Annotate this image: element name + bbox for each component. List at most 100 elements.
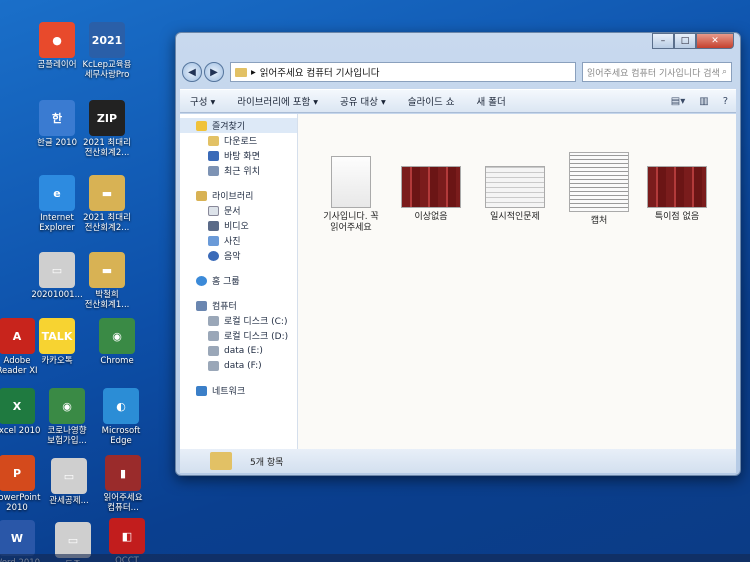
video-icon bbox=[208, 220, 219, 231]
app-icon: ▭ bbox=[51, 458, 87, 494]
nav-music[interactable]: 음악 bbox=[180, 248, 297, 263]
desktop-icon-label: 2021 최대리 전산회계2... bbox=[83, 138, 131, 158]
drive-icon bbox=[208, 345, 219, 356]
desktop-icon-label: Chrome bbox=[100, 356, 134, 366]
title-bar[interactable]: – □ ✕ bbox=[176, 33, 740, 61]
app-icon: W bbox=[0, 520, 35, 556]
help-icon[interactable]: ? bbox=[723, 96, 728, 107]
nav-homegroup[interactable]: 홈 그룹 bbox=[180, 273, 297, 288]
file-item[interactable]: 이상없음 bbox=[392, 152, 470, 223]
app-icon: ◉ bbox=[99, 318, 135, 354]
nav-drive-c[interactable]: 로컬 디스크 (C:) bbox=[180, 313, 297, 328]
app-icon: ◧ bbox=[109, 518, 145, 554]
desktop-icon-item[interactable]: ▮ 읽어주세요 컴퓨터... bbox=[88, 455, 158, 513]
music-icon bbox=[208, 250, 219, 261]
search-input[interactable]: 읽어주세요 컴퓨터 기사입니다 검색 ⌕ bbox=[582, 62, 732, 82]
minimize-button[interactable]: – bbox=[652, 33, 674, 49]
taskbar bbox=[0, 554, 750, 562]
organize-button[interactable]: 구성 ▾ bbox=[190, 94, 215, 108]
app-icon: P bbox=[0, 455, 35, 491]
app-icon: ◉ bbox=[49, 388, 85, 424]
documents-icon bbox=[208, 205, 219, 216]
desktop-icon-label: Microsoft Edge bbox=[101, 426, 141, 446]
desktop-icon-item[interactable]: ▬ 2021 최대리 전산회계2... bbox=[72, 175, 142, 233]
desktop-icon-label: 2021 최대리 전산회계2... bbox=[83, 213, 131, 233]
downloads-icon bbox=[208, 135, 219, 146]
slideshow-button[interactable]: 슬라이드 쇼 bbox=[408, 94, 455, 108]
app-icon: ▭ bbox=[55, 522, 91, 558]
app-icon: ▮ bbox=[105, 455, 141, 491]
file-label: 일시적인문제 bbox=[490, 212, 540, 222]
address-text: 읽어주세요 컴퓨터 기사입니다 bbox=[259, 68, 380, 79]
drive-icon bbox=[208, 360, 219, 371]
file-item[interactable]: 일시적인문제 bbox=[476, 152, 554, 223]
view-options-icon[interactable]: ▤▾ bbox=[671, 96, 685, 107]
maximize-button[interactable]: □ bbox=[674, 33, 696, 49]
status-bar: 5개 항목 bbox=[180, 449, 736, 473]
desktop-icon-item[interactable]: 2021 KcLep교육용 세무사랑Pro bbox=[72, 22, 142, 80]
desktop-icon-item[interactable]: ZIP 2021 최대리 전산회계2... bbox=[72, 100, 142, 158]
nav-libraries[interactable]: 라이브러리 bbox=[180, 188, 297, 203]
desktop-icon bbox=[208, 150, 219, 161]
explorer-window: – □ ✕ ◀ ▶ ▸ 읽어주세요 컴퓨터 기사입니다 읽어주세요 컴퓨터 기사… bbox=[175, 32, 741, 476]
homegroup-icon bbox=[196, 275, 207, 286]
nav-videos[interactable]: 비디오 bbox=[180, 218, 297, 233]
app-icon: e bbox=[39, 175, 75, 211]
computer-icon bbox=[196, 300, 207, 311]
file-label: 기사입니다. 꼭 읽어주세요 bbox=[323, 212, 379, 233]
desktop-icon-label: 박철희 전산회계1... bbox=[84, 290, 130, 310]
app-icon: ▭ bbox=[39, 252, 75, 288]
folder-icon bbox=[235, 67, 247, 77]
star-icon bbox=[196, 120, 207, 131]
app-icon: 2021 bbox=[89, 22, 125, 58]
file-label: 특이점 없음 bbox=[654, 212, 700, 222]
library-icon bbox=[196, 190, 207, 201]
close-button[interactable]: ✕ bbox=[696, 33, 734, 49]
nav-drive-d[interactable]: 로컬 디스크 (D:) bbox=[180, 328, 297, 343]
forward-arrow-icon[interactable]: ▶ bbox=[204, 62, 224, 82]
preview-pane-icon[interactable]: ▥ bbox=[699, 96, 708, 107]
nav-recent[interactable]: 최근 위치 bbox=[180, 163, 297, 178]
nav-documents[interactable]: 문서 bbox=[180, 203, 297, 218]
nav-drive-f[interactable]: data (F:) bbox=[180, 358, 297, 373]
desktop-icon-item[interactable]: ◉ Chrome bbox=[82, 318, 152, 366]
address-bar[interactable]: ▸ 읽어주세요 컴퓨터 기사입니다 bbox=[230, 62, 576, 82]
share-with-button[interactable]: 공유 대상 ▾ bbox=[340, 94, 386, 108]
image-thumbnail-icon bbox=[569, 152, 629, 212]
app-icon: ▬ bbox=[89, 175, 125, 211]
back-arrow-icon[interactable]: ◀ bbox=[182, 62, 202, 82]
nav-favorites[interactable]: 즐겨찾기 bbox=[180, 118, 297, 133]
file-item[interactable]: 캡처 bbox=[560, 152, 638, 227]
file-label: 캡처 bbox=[590, 216, 608, 226]
desktop-icon-item[interactable]: ◐ Microsoft Edge bbox=[86, 388, 156, 446]
nav-downloads[interactable]: 다운로드 bbox=[180, 133, 297, 148]
new-folder-button[interactable]: 새 폴더 bbox=[477, 94, 506, 108]
app-icon: 한 bbox=[39, 100, 75, 136]
desktop-icon-item[interactable]: ▬ 박철희 전산회계1... bbox=[72, 252, 142, 310]
app-icon: ◐ bbox=[103, 388, 139, 424]
recent-places-icon bbox=[208, 165, 219, 176]
file-label: 이상없음 bbox=[414, 212, 448, 222]
search-placeholder: 읽어주세요 컴퓨터 기사입니다 검색 bbox=[587, 68, 720, 79]
address-row: ◀ ▶ ▸ 읽어주세요 컴퓨터 기사입니다 읽어주세요 컴퓨터 기사입니다 검색… bbox=[182, 59, 732, 85]
file-item[interactable]: 기사입니다. 꼭 읽어주세요 bbox=[312, 152, 390, 234]
app-icon: X bbox=[0, 388, 35, 424]
nav-network[interactable]: 네트워크 bbox=[180, 383, 297, 398]
app-icon: ▬ bbox=[89, 252, 125, 288]
nav-drive-e[interactable]: data (E:) bbox=[180, 343, 297, 358]
folder-icon bbox=[210, 452, 232, 470]
network-icon bbox=[196, 385, 207, 396]
include-in-library-button[interactable]: 라이브러리에 포함 ▾ bbox=[237, 94, 318, 108]
command-bar: 구성 ▾ 라이브러리에 포함 ▾ 공유 대상 ▾ 슬라이드 쇼 새 폴더 ▤▾ … bbox=[180, 89, 736, 113]
nav-pictures[interactable]: 사진 bbox=[180, 233, 297, 248]
file-list: 기사입니다. 꼭 읽어주세요 이상없음 일시적인문제 캡처 특이점 없음 bbox=[298, 114, 736, 449]
search-icon: ⌕ bbox=[721, 67, 727, 77]
app-icon: TALK bbox=[39, 318, 75, 354]
nav-computer[interactable]: 컴퓨터 bbox=[180, 298, 297, 313]
app-icon: ZIP bbox=[89, 100, 125, 136]
drive-icon bbox=[208, 330, 219, 341]
pictures-icon bbox=[208, 235, 219, 246]
breadcrumb-chevron-icon: ▸ bbox=[251, 66, 256, 78]
nav-desktop[interactable]: 바탕 화면 bbox=[180, 148, 297, 163]
file-item[interactable]: 특이점 없음 bbox=[638, 152, 716, 223]
